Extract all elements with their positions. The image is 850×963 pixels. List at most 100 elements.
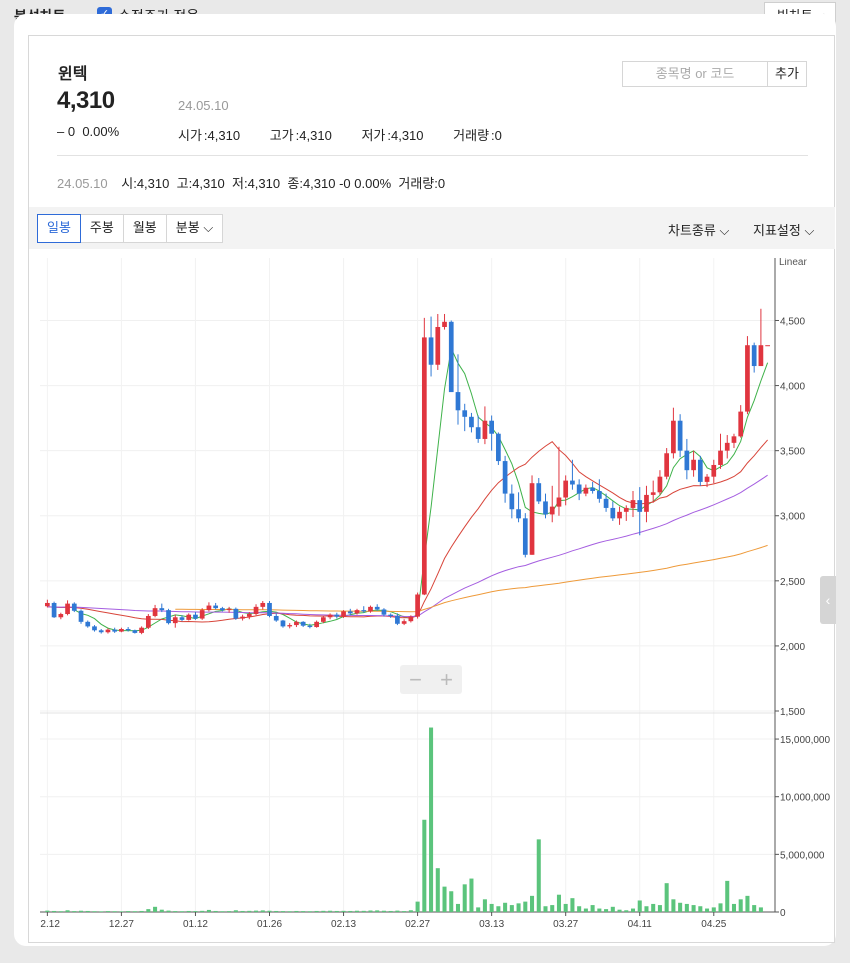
candle-body — [415, 594, 420, 617]
candle-body — [98, 630, 104, 633]
volume-bar — [58, 911, 63, 912]
candle-body — [650, 492, 656, 495]
candle-body — [502, 461, 508, 494]
candle-body — [273, 615, 279, 621]
volume-bar — [267, 910, 272, 912]
candle-body — [570, 480, 575, 485]
candle-body — [347, 611, 353, 614]
x-tick-label: 02.27 — [405, 919, 430, 930]
add-button[interactable]: 추가 — [767, 61, 807, 87]
info-high: 4,310 — [192, 176, 225, 191]
zoom-out-button[interactable]: − — [400, 665, 431, 694]
candle-body — [71, 603, 77, 611]
tab-minute[interactable]: 분봉 ⌵ — [167, 215, 222, 242]
candle-body — [139, 627, 144, 633]
candle-body — [253, 606, 259, 615]
indicator-dropdown[interactable]: 지표설정 ⌵ — [753, 220, 814, 239]
volume-bar — [307, 911, 312, 912]
volume-bar — [617, 909, 622, 912]
candle-body — [482, 420, 488, 439]
candle-body — [583, 487, 589, 494]
candle-body — [145, 615, 151, 628]
volume-bar — [395, 910, 400, 912]
open-label: 시가 — [178, 128, 202, 143]
candle-body — [428, 337, 434, 365]
candle-body — [78, 610, 84, 622]
volume-bar — [637, 900, 642, 912]
candle-body — [516, 509, 521, 519]
candle-body — [596, 491, 602, 499]
volume-bar — [583, 908, 588, 912]
flat-icon: – — [57, 124, 65, 139]
chart-type-dropdown[interactable]: 차트종류 ⌵ — [668, 220, 729, 239]
candle-body — [421, 337, 427, 595]
volume-bar — [476, 907, 481, 912]
candle-body — [341, 611, 346, 617]
volume-bar — [563, 903, 568, 912]
scale-label: Linear — [779, 258, 807, 268]
volume-bar — [482, 899, 487, 912]
volume-tick-label: 15,000,000 — [780, 735, 830, 746]
candle-body — [496, 433, 501, 462]
price-tick-label: 2,500 — [780, 577, 805, 588]
candle-body — [388, 614, 394, 616]
candle-body — [644, 494, 649, 512]
volume-bar — [280, 911, 285, 912]
volume-bar — [604, 909, 609, 912]
volume-bar — [711, 907, 716, 912]
volume-bar — [725, 880, 730, 912]
candle-body — [294, 621, 299, 626]
tab-weekly[interactable]: 주봉 — [81, 215, 124, 242]
volume-bar — [408, 910, 413, 912]
price-tick-label: 2,000 — [780, 642, 805, 653]
zoom-in-button[interactable]: + — [431, 665, 462, 694]
tab-daily[interactable]: 일봉 — [37, 214, 81, 243]
volume-bar — [328, 910, 333, 912]
candle-body — [260, 602, 266, 607]
volume-bar — [92, 911, 97, 912]
volume-bar — [294, 910, 299, 912]
candle-body — [152, 608, 158, 616]
candle-body — [166, 610, 171, 624]
candle-body — [475, 427, 481, 439]
volume-bar — [368, 910, 373, 912]
x-tick-label: 01.12 — [183, 919, 208, 930]
volume-bar — [678, 902, 683, 912]
candle-body — [435, 326, 441, 365]
volume-bar — [570, 898, 575, 912]
change-value: 0 — [67, 124, 76, 139]
volume-tick-label: 0 — [780, 908, 786, 919]
x-tick-label: 04.25 — [701, 919, 726, 930]
volume-tick-label: 5,000,000 — [780, 850, 825, 861]
candle-body — [442, 321, 447, 327]
volume-bar — [119, 911, 124, 912]
volume-bar — [334, 910, 339, 912]
tab-monthly[interactable]: 월봉 — [124, 215, 167, 242]
volume-bar — [45, 910, 50, 912]
candle-body — [522, 518, 528, 555]
candle-body — [637, 500, 643, 512]
volume-bar — [429, 727, 434, 912]
info-low: 4,310 — [247, 176, 281, 191]
candle-body — [213, 605, 219, 609]
chevron-down-icon: ⌵ — [203, 220, 214, 235]
stock-chart[interactable]: Linear 1,500 2,000 2,500 3,000 3,500 4,000 4,50… — [40, 258, 830, 948]
volume-bar — [644, 906, 649, 912]
info-high-label: 고 — [176, 176, 189, 191]
volume-tick-label: 10,000,000 — [780, 793, 830, 804]
stock-search-input[interactable]: 종목명 or 코드 — [622, 61, 768, 87]
volume-bar — [227, 911, 232, 912]
side-panel-toggle[interactable]: ‹ — [820, 576, 836, 624]
volume-bar — [718, 903, 723, 912]
info-volume-label: 거래량 — [398, 176, 435, 191]
candle-body — [738, 411, 744, 437]
candle-body — [455, 392, 461, 411]
candle-body — [246, 614, 252, 617]
period-tabs: 일봉 주봉 월봉 분봉 ⌵ — [37, 214, 224, 243]
info-open: 4,310 — [136, 176, 170, 191]
candle-body — [361, 610, 367, 612]
moving-average-ma120 — [175, 544, 768, 613]
volume-bar — [240, 910, 245, 912]
volume-bar — [153, 906, 158, 912]
volume-bar — [402, 911, 407, 912]
